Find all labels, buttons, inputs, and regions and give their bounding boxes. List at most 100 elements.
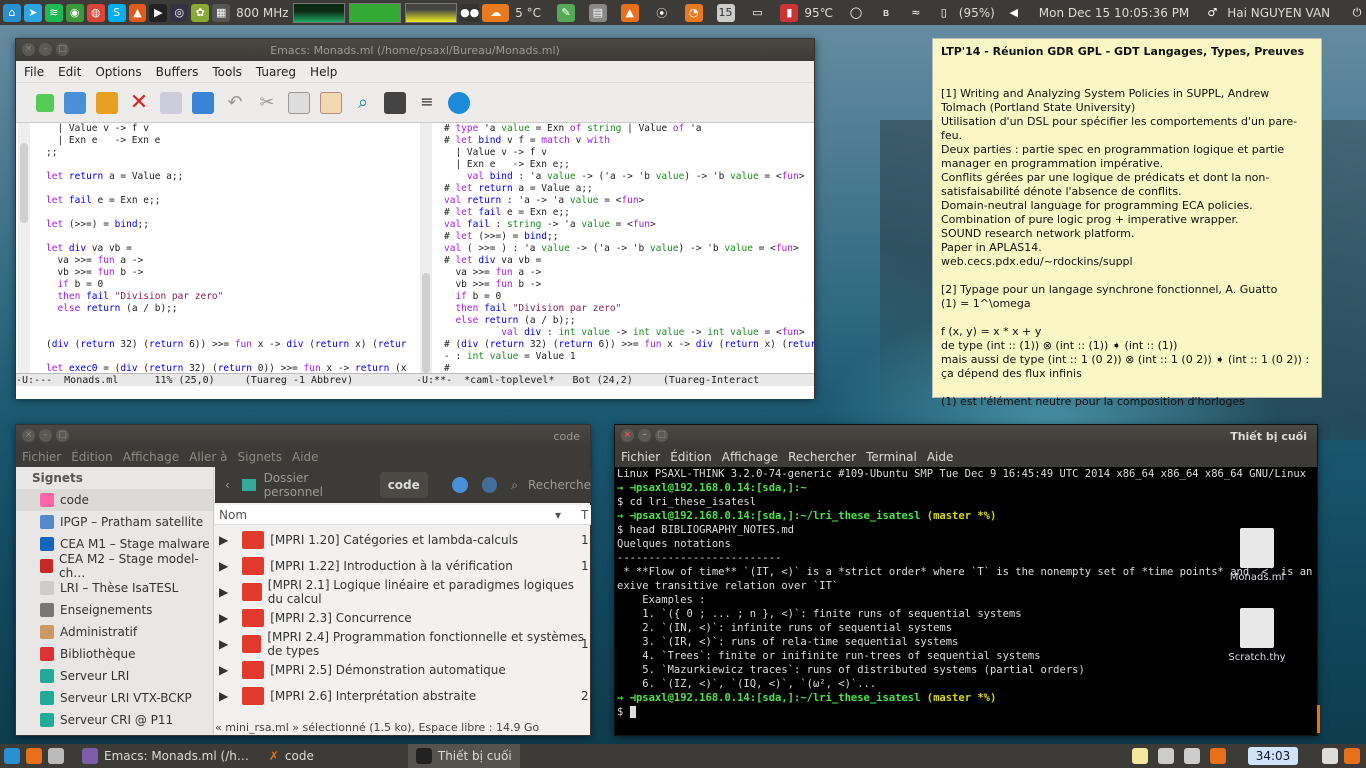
copy-icon[interactable] xyxy=(288,91,310,114)
task-emacs[interactable]: Emacs: Monads.ml (/h… xyxy=(74,744,257,768)
timer[interactable]: 34:03 xyxy=(1248,747,1298,765)
maximize-icon[interactable]: □ xyxy=(56,43,69,56)
dired-icon[interactable] xyxy=(96,91,118,114)
close-icon[interactable]: × xyxy=(22,429,35,442)
maximize-icon[interactable]: □ xyxy=(655,429,668,442)
file-row[interactable]: ▶ [MPRI 2.6] Interprétation abstraite 2 xyxy=(215,683,591,709)
menu-edition[interactable]: Édition xyxy=(71,450,113,464)
right-scrollbar[interactable] xyxy=(420,123,432,375)
new-file-icon[interactable] xyxy=(36,93,54,112)
menu-edition[interactable]: Édition xyxy=(670,450,712,464)
menu-help[interactable]: Help xyxy=(310,65,337,79)
calendar-icon[interactable]: 15 xyxy=(716,3,735,22)
launcher-icon[interactable] xyxy=(26,748,42,764)
bookmark-code[interactable]: code xyxy=(16,489,213,511)
close-buffer-icon[interactable]: ✕ xyxy=(128,91,150,114)
menu-aide[interactable]: Aide xyxy=(292,450,319,464)
android-icon[interactable]: ◉ xyxy=(65,3,84,22)
file-row[interactable]: ▶ [MPRI 2.4] Programmation fonctionnelle … xyxy=(215,630,591,658)
col-name[interactable]: Nom xyxy=(219,508,247,522)
menu-buffers[interactable]: Buffers xyxy=(156,65,199,79)
battery-icon[interactable]: ▯ xyxy=(934,3,953,22)
telegram-icon[interactable]: ➤ xyxy=(23,3,42,22)
emacs-titlebar[interactable]: × – □ Emacs: Monads.ml (/home/psaxl/Bureau… xyxy=(16,39,814,61)
pidgin-icon[interactable]: ✿ xyxy=(191,3,210,22)
rss-icon[interactable]: ◔ xyxy=(684,3,703,22)
menu-terminal[interactable]: Terminal xyxy=(866,450,917,464)
file-row[interactable]: ▶ [MPRI 2.5] Démonstration automatique xyxy=(215,657,591,683)
search-icon[interactable]: ⌕ xyxy=(352,92,374,114)
menu-fichier[interactable]: Fichier xyxy=(621,450,660,464)
monitor-icon[interactable]: ▭ xyxy=(748,3,767,22)
bookmark-ipgp[interactable]: IPGP – Pratham satellite xyxy=(16,511,213,533)
user-icon[interactable]: ♂ xyxy=(1203,3,1222,22)
chat-icon[interactable]: ◯ xyxy=(847,3,866,22)
print-icon[interactable] xyxy=(384,91,406,114)
user-name[interactable]: Hai NGUYEN VAN xyxy=(1227,6,1330,20)
workspace-icon[interactable] xyxy=(1322,748,1338,764)
file-row[interactable]: ▶ [MPRI 2.1] Logique linéaire et paradigm… xyxy=(215,578,591,606)
cut-icon[interactable]: ✂ xyxy=(256,92,278,114)
code-pane[interactable]: | Value v -> f v | Exn e -> Exn e;; let r… xyxy=(46,123,406,375)
minibuffer[interactable] xyxy=(16,387,814,399)
trash-tray-icon[interactable] xyxy=(1344,748,1360,764)
trash-icon[interactable] xyxy=(48,748,64,764)
left-scrollbar[interactable] xyxy=(18,123,30,375)
spotify-icon[interactable]: ≋ xyxy=(44,3,63,22)
bookmark-lri-these[interactable]: LRI – Thèse IsaTESL xyxy=(16,577,213,599)
menu-signets[interactable]: Signets xyxy=(238,450,283,464)
maximize-icon[interactable]: □ xyxy=(56,429,69,442)
forward-arrow-icon[interactable] xyxy=(481,477,498,493)
home-crumb[interactable]: Dossier personnel xyxy=(264,471,370,499)
menu-tools[interactable]: Tools xyxy=(212,65,242,79)
bookmark-administratif[interactable]: Administratif xyxy=(16,621,213,643)
doc-tray-icon[interactable] xyxy=(1184,748,1200,764)
sticky-note[interactable]: LTP'14 - Réunion GDR GPL - GDT Langages,… xyxy=(932,38,1322,408)
bookmark-serveur-cri[interactable]: Serveur CRI @ P11 xyxy=(16,709,213,731)
volume-icon[interactable]: ◀ xyxy=(1004,3,1023,22)
terminal-output[interactable]: Linux PSAXL-THINK 3.2.0-74-generic #109-… xyxy=(615,467,1317,735)
menu-icon[interactable]: ≡ xyxy=(416,92,438,114)
minimize-icon[interactable]: – xyxy=(638,429,651,442)
minimize-icon[interactable]: – xyxy=(39,429,52,442)
paste-icon[interactable] xyxy=(320,91,342,114)
preferences-icon[interactable] xyxy=(448,91,470,114)
desktop-file-scratch[interactable]: Scratch.thy xyxy=(1222,608,1292,663)
toplevel-pane[interactable]: # type 'a value = Exn of string | Value … xyxy=(444,123,814,375)
home-icon[interactable]: ⌂ xyxy=(3,3,21,22)
save-icon[interactable] xyxy=(160,91,182,114)
bookmark-cea-m2[interactable]: CEA M2 – Stage model-ch… xyxy=(16,552,213,580)
col-type[interactable]: T xyxy=(581,505,588,525)
power-icon[interactable]: ⏻ xyxy=(1348,3,1366,22)
weather-icon[interactable]: ☁ xyxy=(482,3,510,22)
search-label[interactable]: Recherche xyxy=(528,478,591,492)
clipboard-icon[interactable]: ▤ xyxy=(588,3,607,22)
media-player-icon[interactable]: ▶ xyxy=(149,3,168,22)
menu-affichage[interactable]: Affichage xyxy=(123,450,179,464)
save-as-icon[interactable] xyxy=(192,91,214,114)
menu-tuareg[interactable]: Tuareg xyxy=(256,65,296,79)
bookmark-enseignements[interactable]: Enseignements xyxy=(16,599,213,621)
task-files[interactable]: ✗ code xyxy=(261,744,322,768)
skype-icon[interactable]: S xyxy=(107,3,126,22)
bluetooth-icon[interactable]: ʙ xyxy=(877,3,895,22)
wifi-icon[interactable]: ≈ xyxy=(906,3,925,22)
desktop-file-monads[interactable]: Monads.ml xyxy=(1222,528,1292,583)
close-icon[interactable]: × xyxy=(621,429,634,442)
undo-icon[interactable]: ↶ xyxy=(224,92,246,114)
doc-tray-icon[interactable] xyxy=(1158,748,1174,764)
file-row[interactable]: ▶ [MPRI 1.20] Catégories et lambda-calcul… xyxy=(215,527,591,553)
menu-edit[interactable]: Edit xyxy=(58,65,81,79)
app-tray-icon[interactable] xyxy=(1210,748,1226,764)
files-titlebar[interactable]: × – □ code xyxy=(16,425,590,447)
file-row[interactable]: ▶ [MPRI 1.22] Introduction à la vérificat… xyxy=(215,553,591,579)
column-header[interactable]: Nom ▾ T xyxy=(215,505,591,525)
chrome-icon[interactable]: ◍ xyxy=(86,3,105,22)
bookmark-serveur-lri[interactable]: Serveur LRI xyxy=(16,665,213,687)
menu-options[interactable]: Options xyxy=(95,65,141,79)
sort-chevron-down-icon[interactable]: ▾ xyxy=(555,505,561,525)
thunderbird-icon[interactable]: ◎ xyxy=(170,3,189,22)
current-crumb[interactable]: code xyxy=(379,472,428,498)
file-row[interactable]: ▶ [MPRI 2.3] Concurrence xyxy=(215,605,591,631)
back-chevron-icon[interactable]: ‹ xyxy=(225,478,230,492)
